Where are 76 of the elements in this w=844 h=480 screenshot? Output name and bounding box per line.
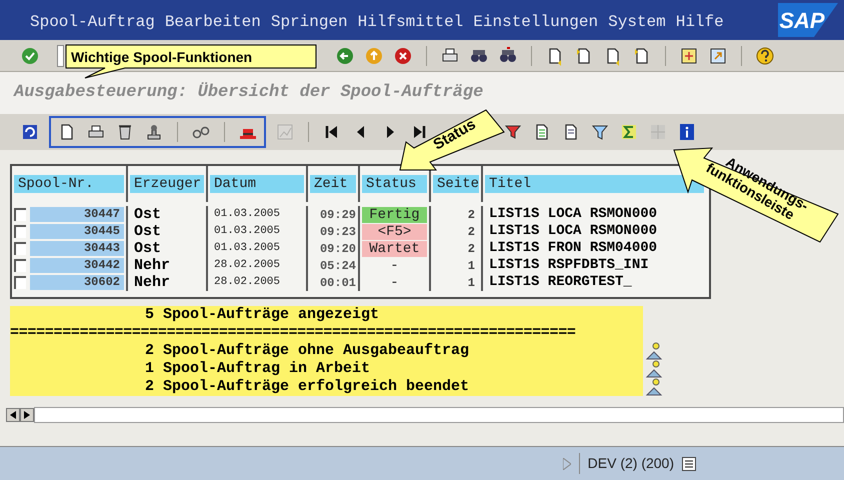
menu-item[interactable]: Hilfe — [676, 10, 724, 34]
table-cell-text: 05:24 — [320, 258, 356, 274]
row-checkbox[interactable] — [14, 208, 26, 221]
people-icon[interactable] — [645, 360, 663, 378]
people-icon[interactable] — [645, 342, 663, 360]
table-cell-text: LIST1S LOCA RSMON000 — [489, 205, 658, 224]
logo: SAP — [778, 3, 838, 37]
table-cell-text: LIST1S REORGTEST_ — [489, 273, 632, 292]
status-cell-text: - — [389, 258, 400, 274]
sigma-icon[interactable] — [619, 122, 639, 142]
command-field[interactable] — [57, 44, 64, 66]
table-cell-text: LIST1S LOCA RSMON000 — [489, 222, 658, 241]
callout-text: Wichtige Spool-Funktionen — [71, 48, 252, 67]
back-icon[interactable] — [335, 46, 355, 66]
scroll-right-button[interactable] — [20, 408, 34, 422]
confirm-icon[interactable] — [20, 46, 40, 66]
table-cell-text: 28.02.2005 — [214, 275, 280, 290]
table-cell-text: 01.03.2005 — [214, 224, 280, 240]
status-cell: Wartet — [362, 240, 427, 256]
table-cell: 30602 — [30, 275, 124, 290]
row-checkbox[interactable] — [14, 225, 26, 238]
window-icon[interactable] — [679, 46, 699, 66]
column-header[interactable]: Seite — [433, 175, 479, 193]
info-icon[interactable] — [677, 122, 697, 142]
table-cell-text: 09:20 — [320, 240, 356, 258]
menu-item[interactable]: Spool-Auftrag — [30, 10, 155, 34]
table-cell: Ost — [134, 240, 162, 256]
table-cell: Ost — [134, 224, 162, 240]
table-cell-text: 1 — [468, 258, 475, 274]
screen-title: Ausgabesteuerung: Übersicht der Spool-Aufträge — [14, 81, 484, 104]
scroll-left-button[interactable] — [6, 408, 20, 422]
table-cell-text: 2 — [468, 206, 475, 224]
table-cell-text: 09:23 — [320, 224, 356, 240]
people-icon[interactable] — [645, 378, 663, 396]
status-cell-text: - — [389, 274, 400, 290]
table-cell-text: LIST1S FRON RSM04000 — [489, 239, 658, 258]
row-checkbox[interactable] — [14, 259, 26, 272]
menu-item[interactable]: Springen — [270, 10, 348, 34]
help-icon[interactable] — [755, 46, 775, 66]
column-header[interactable]: Erzeuger — [130, 175, 204, 193]
menu-item[interactable]: Hilfsmittel — [358, 10, 464, 34]
table-cell: Ost — [134, 206, 162, 222]
table-cell-text: LIST1S RSPFDBTS_INI — [489, 256, 649, 275]
menu-item[interactable]: Einstellungen — [473, 10, 598, 34]
table-cell-text: 01.03.2005 — [214, 207, 280, 222]
table-cell-text: 2 — [468, 224, 475, 240]
table-cell-text: 09:29 — [320, 206, 356, 224]
window-icon[interactable] — [708, 46, 728, 66]
cancel-icon[interactable] — [393, 46, 413, 66]
table-cell: 30445 — [30, 224, 124, 239]
row-checkbox[interactable] — [14, 242, 26, 255]
table-cell: Nehr — [134, 258, 170, 274]
table-cell: 30447 — [30, 207, 124, 222]
status-cell: Fertig — [362, 206, 427, 222]
status-cell: <F5> — [362, 224, 427, 240]
status-list-icon[interactable] — [682, 456, 696, 470]
row-checkbox[interactable] — [14, 276, 26, 289]
table-cell: Nehr — [134, 274, 170, 290]
table-cell-text: 01.03.2005 — [214, 241, 280, 256]
system-info: DEV (2) (200) — [578, 453, 674, 474]
left-arrow-icon — [10, 411, 16, 419]
right-arrow-icon — [24, 411, 30, 419]
table-cell-text: 28.02.2005 — [214, 258, 280, 274]
table-cell: 30442 — [30, 258, 124, 273]
column-header[interactable]: Zeit — [310, 175, 356, 193]
menu-item[interactable]: System — [608, 10, 666, 34]
column-header[interactable]: Spool-Nr. — [14, 175, 124, 193]
table-cell-text: 1 — [468, 274, 475, 292]
table-cell-text: 2 — [468, 240, 475, 258]
column-header[interactable]: Status — [362, 175, 427, 193]
table-cell-text: 00:01 — [320, 274, 356, 292]
column-header[interactable]: Datum — [210, 175, 304, 193]
table-cell: 30443 — [30, 241, 124, 256]
refresh-icon[interactable] — [20, 122, 40, 142]
column-header[interactable]: Titel — [485, 175, 704, 193]
menu-item[interactable]: Bearbeiten — [164, 10, 261, 34]
